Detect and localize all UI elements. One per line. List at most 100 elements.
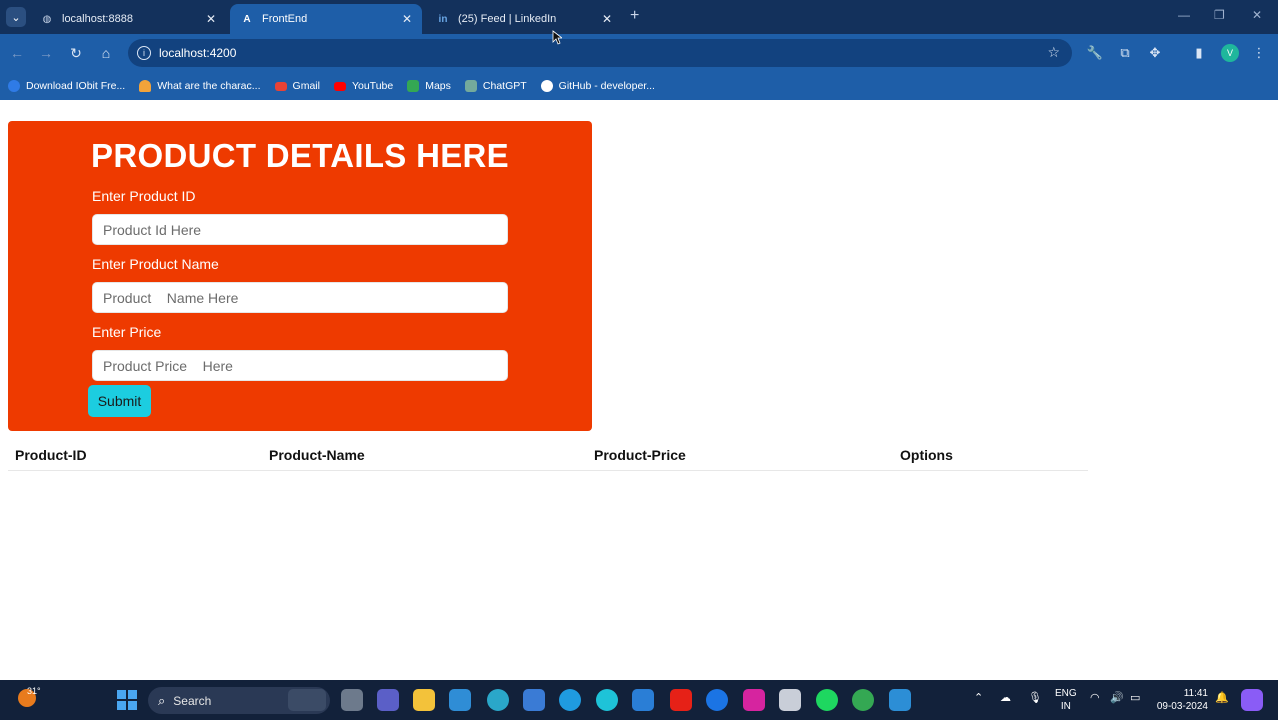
close-window-icon[interactable]: ✕ [1252,8,1262,22]
bookmark-label: GitHub - developer... [558,80,655,92]
browser-toolbar: ← → ↻ ⌂ i localhost:4200 ☆ 🔧 ⧉ ✥ ▮ ⋮ [0,34,1278,72]
cloud-icon [139,80,152,92]
bookmarks-bar: Download IObit Fre... What are the chara… [0,72,1278,100]
price-input[interactable] [92,350,508,381]
instagram-icon[interactable] [743,689,765,711]
forward-icon[interactable]: → [37,44,55,62]
chrome-icon[interactable] [852,689,874,711]
volume-icon[interactable]: 🔊 [1110,691,1124,704]
cortana-icon[interactable] [596,689,618,711]
teams-icon[interactable] [377,689,399,711]
product-table-header: Product-ID Product-Name Product-Price Op… [8,444,1088,471]
edge-icon[interactable] [559,689,581,711]
tab-search-button[interactable]: ⌄ [6,7,26,27]
close-tab-icon[interactable]: ✕ [206,12,216,26]
reload-icon[interactable]: ↻ [67,44,85,62]
tab-linkedin[interactable]: in (25) Feed | LinkedIn ✕ [426,4,622,34]
notification-bell-icon[interactable]: 🔔 [1215,691,1229,704]
bookmark-label: Maps [425,80,451,92]
angular-icon: A [243,13,251,25]
spotify-icon[interactable] [816,689,838,711]
bookmark-chatgpt[interactable]: ChatGPT [464,80,527,92]
bookmark-iobit[interactable]: Download IObit Fre... [8,80,125,92]
minimize-icon[interactable]: — [1178,8,1190,22]
wifi-icon[interactable]: ◠ [1090,691,1100,704]
facebook-icon[interactable] [706,689,728,711]
product-name-label: Enter Product Name [92,256,219,272]
globe-icon: ◍ [42,13,52,25]
search-icon: ⌕ [158,692,166,708]
product-id-input[interactable] [92,214,508,245]
eclipse-icon[interactable] [487,689,509,711]
column-product-price: Product-Price [594,447,686,463]
close-tab-icon[interactable]: ✕ [402,12,412,26]
region-code: IN [1060,701,1071,712]
gmail-icon [274,81,287,91]
bookmark-maps[interactable]: Maps [407,80,451,92]
tab-search-icon[interactable]: ⧉ [1116,44,1134,62]
wrench-icon[interactable]: 🔧 [1086,44,1104,62]
store-icon[interactable] [523,689,545,711]
bookmark-what-are[interactable]: What are the charac... [139,80,261,92]
column-product-name: Product-Name [269,447,365,463]
youtube-app-icon[interactable] [670,689,692,711]
notepad-icon[interactable] [779,689,801,711]
bookmark-label: Gmail [292,80,320,92]
address-bar[interactable]: i localhost:4200 ☆ [128,39,1072,67]
tab-label: localhost:8888 [62,13,133,25]
tab-localhost-8888[interactable]: ◍ localhost:8888 ✕ [30,4,226,34]
task-view-icon[interactable] [341,689,363,711]
product-name-input[interactable] [92,282,508,313]
home-icon[interactable]: ⌂ [97,44,115,62]
bookmark-label: ChatGPT [482,80,527,92]
microphone-icon[interactable]: 🎙 [1028,691,1042,704]
submit-button[interactable]: Submit [88,385,151,417]
search-label: Search [173,693,212,708]
file-explorer-icon[interactable] [413,689,435,711]
address-url: localhost:4200 [159,46,237,60]
windows-start-icon[interactable] [117,690,137,710]
copilot-icon[interactable] [1241,689,1263,711]
price-label: Enter Price [92,324,162,340]
close-tab-icon[interactable]: ✕ [602,12,612,26]
side-panel-icon[interactable]: ▮ [1190,44,1208,62]
chevron-up-icon[interactable]: ⌃ [974,691,983,704]
clock-date: 09-03-2024 [1156,701,1208,712]
youtube-icon [333,81,346,91]
bookmark-star-icon[interactable]: ☆ [1047,44,1060,61]
bookmark-gmail[interactable]: Gmail [274,80,320,92]
mouse-cursor-icon [552,30,562,45]
bookmark-label: Download IObit Fre... [26,80,126,92]
system-clock[interactable]: 11:41 09-03-2024 [1156,687,1208,713]
chatgpt-icon [464,80,477,92]
menu-icon[interactable]: ⋮ [1250,44,1268,62]
clock-time: 11:41 [1183,688,1208,699]
column-options: Options [900,447,953,463]
profile-avatar[interactable]: V [1221,44,1239,62]
bookmark-youtube[interactable]: YouTube [333,80,394,92]
taskbar: 31° ⌕ Search ⌃ ☁ 🎙 ENG IN ◠ 🔊 ▭ 11:41 09… [0,680,1278,720]
mysql-workbench-icon[interactable] [449,689,471,711]
vscode-icon[interactable] [632,689,654,711]
language-indicator[interactable]: ENG IN [1055,687,1077,713]
new-tab-icon[interactable]: + [630,7,639,25]
product-form: PRODUCT DETAILS HERE Enter Product ID En… [8,121,592,431]
site-info-icon[interactable]: i [137,46,151,60]
bookmark-label: YouTube [351,80,394,92]
github-icon [540,80,553,92]
product-id-label: Enter Product ID [92,188,196,204]
restore-icon[interactable]: ❐ [1214,8,1225,22]
linkedin-icon: in [438,13,448,25]
battery-icon[interactable]: ▭ [1130,691,1140,704]
bookmark-github[interactable]: GitHub - developer... [540,80,655,92]
onedrive-icon[interactable]: ☁ [1000,691,1011,704]
search-highlight-icon[interactable] [288,689,326,711]
maps-icon [407,80,420,92]
snipping-tool-icon[interactable] [889,689,911,711]
tab-frontend[interactable]: A FrontEnd ✕ [230,4,422,34]
tab-label: (25) Feed | LinkedIn [458,13,557,25]
back-icon[interactable]: ← [8,44,26,62]
extensions-icon[interactable]: ✥ [1146,44,1164,62]
column-product-id: Product-ID [15,447,87,463]
language-code: ENG [1055,688,1077,699]
